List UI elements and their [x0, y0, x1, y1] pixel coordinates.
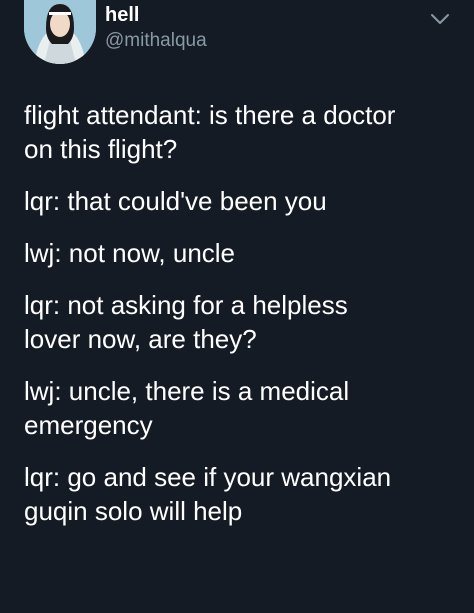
avatar-image [24, 0, 96, 64]
tweet-text: flight attendant: is there a doctor on t… [24, 98, 464, 546]
tweet-line: lqr: that could've been you [24, 186, 327, 216]
tweet-line: lover now, are they? [24, 324, 257, 354]
tweet-line: lwj: uncle, there is a medical [24, 376, 350, 406]
tweet-line: lqr: not asking for a helpless [24, 290, 348, 320]
avatar[interactable] [24, 0, 96, 64]
tweet-line: emergency [24, 410, 153, 440]
tweet-line: lqr: go and see if your wangxian [24, 462, 392, 492]
tweet-paragraph: lqr: that could've been you [24, 184, 464, 218]
tweet-paragraph: lqr: not asking for a helpless lover now… [24, 288, 464, 356]
tweet-paragraph: lwj: not now, uncle [24, 236, 464, 270]
tweet-line: lwj: not now, uncle [24, 238, 236, 268]
author-handle[interactable]: @mithalqua [105, 29, 207, 53]
tweet: hell @mithalqua flight attendant: is the… [0, 0, 474, 613]
chevron-down-icon[interactable] [428, 9, 452, 29]
tweet-line: on this flight? [24, 134, 178, 164]
tweet-paragraph: lqr: go and see if your wangxian guqin s… [24, 460, 464, 528]
tweet-line: guqin solo will help [24, 496, 243, 526]
tweet-paragraph: flight attendant: is there a doctor on t… [24, 98, 464, 166]
tweet-line: flight attendant: is there a doctor [24, 100, 396, 130]
author-name[interactable]: hell [105, 3, 139, 27]
tweet-header: hell @mithalqua [24, 0, 454, 70]
tweet-paragraph: lwj: uncle, there is a medical emergency [24, 374, 464, 442]
